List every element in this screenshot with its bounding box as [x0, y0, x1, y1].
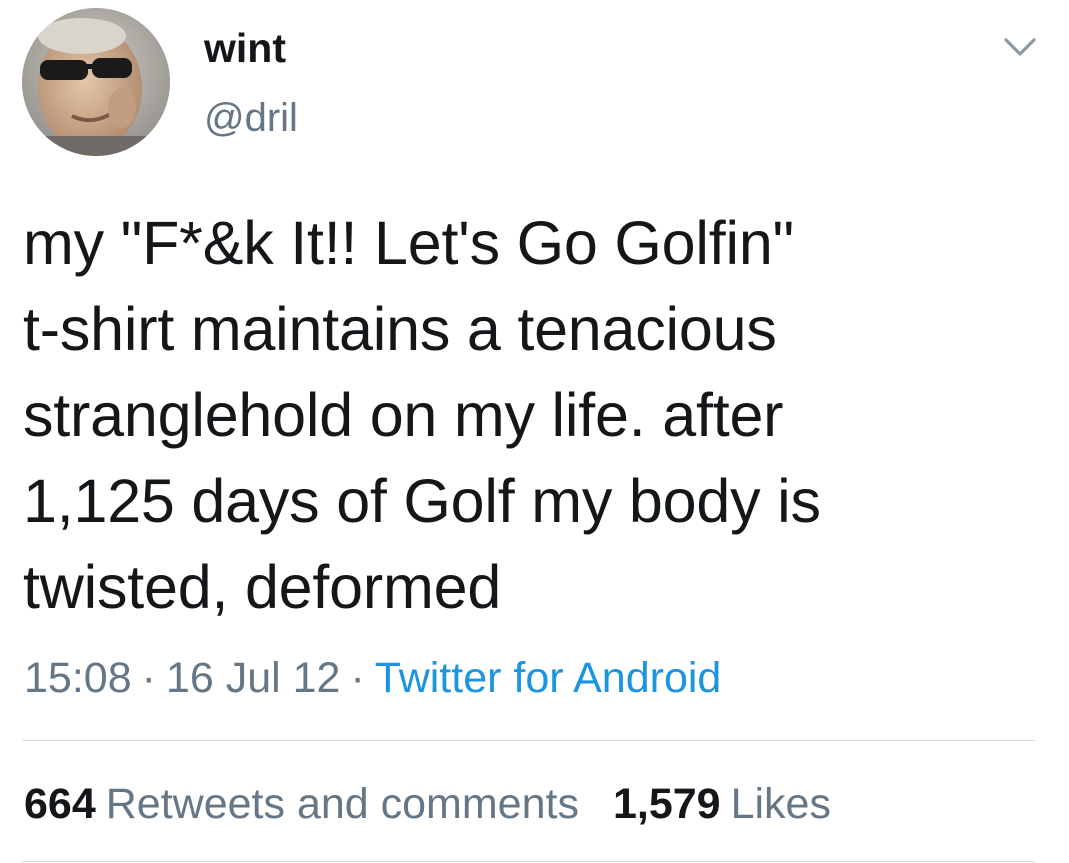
tweet-detail: wint @dril my "F*&k It!! Let's Go Golfin…: [0, 0, 1069, 863]
tweet-text-line: 1,125 days of Golf my body is: [23, 467, 821, 535]
likes-count: 1,579: [612, 780, 721, 828]
tweet-text: my "F*&k It!! Let's Go Golfin" t-shirt m…: [23, 200, 1043, 630]
tweet-time[interactable]: 15:08: [24, 654, 132, 702]
retweets-count: 664: [24, 780, 96, 828]
avatar-image: [22, 8, 170, 156]
tweet-text-line: stranglehold on my life. after: [23, 381, 784, 449]
retweets-label: Retweets and comments: [105, 780, 579, 828]
tweet-text-line: twisted, deformed: [23, 553, 502, 621]
tweet-text-line: t-shirt maintains a tenacious: [23, 295, 777, 363]
chevron-down-icon[interactable]: [1000, 30, 1040, 62]
divider: [22, 740, 1035, 741]
avatar[interactable]: [22, 8, 170, 156]
divider: [22, 861, 1035, 862]
author-display-name[interactable]: wint: [204, 22, 286, 74]
likes-stat[interactable]: 1,579 Likes: [613, 780, 831, 828]
separator-dot: ·: [350, 654, 365, 702]
author-handle[interactable]: @dril: [204, 92, 298, 144]
separator-dot: ·: [141, 654, 156, 702]
tweet-stats: 664 Retweets and comments 1,579 Likes: [24, 776, 865, 832]
tweet-source-link[interactable]: Twitter for Android: [375, 654, 722, 702]
tweet-date[interactable]: 16 Jul 12: [166, 654, 341, 702]
retweets-stat[interactable]: 664 Retweets and comments: [24, 780, 579, 828]
tweet-text-line: my "F*&k It!! Let's Go Golfin": [23, 209, 795, 277]
tweet-metadata: 15:08 · 16 Jul 12 · Twitter for Android: [24, 650, 721, 706]
likes-label: Likes: [730, 780, 831, 828]
